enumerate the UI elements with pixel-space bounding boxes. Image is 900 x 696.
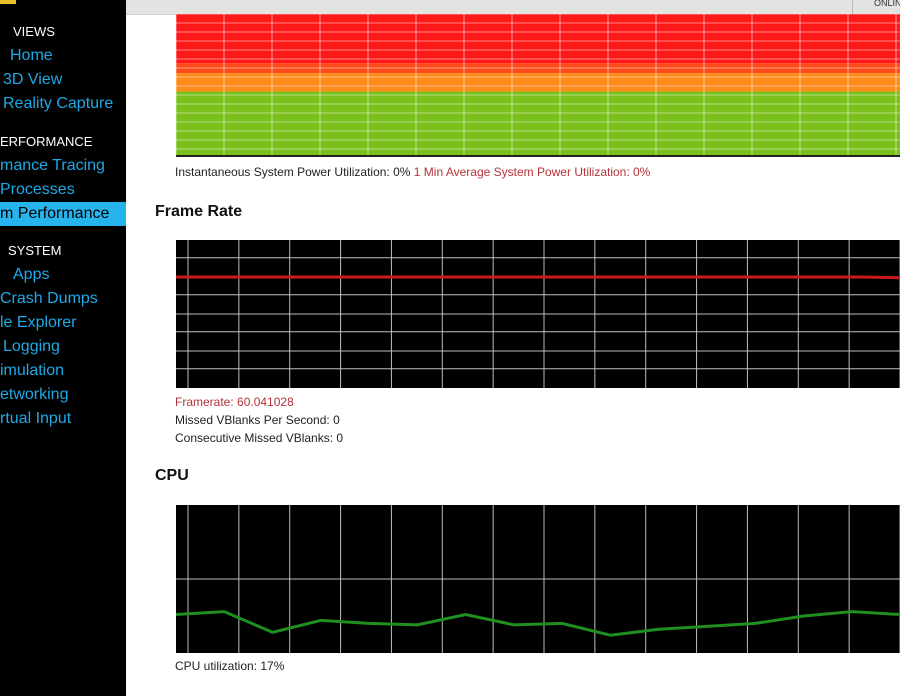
performance-heading: ERFORMANCE: [0, 134, 93, 149]
missed-vblanks-per-second: Missed VBlanks Per Second: 0: [175, 413, 340, 427]
framerate-value: Framerate: 60.041028: [175, 395, 294, 409]
average-power-utilization: 1 Min Average System Power Utilization: …: [413, 165, 651, 179]
power-band-0: [176, 14, 900, 64]
instantaneous-power-utilization: Instantaneous System Power Utilization: …: [175, 165, 411, 179]
cpu-title: CPU: [155, 467, 189, 484]
nav-item-simulation[interactable]: imulation: [0, 359, 64, 383]
cpu-utilization: CPU utilization: 17%: [175, 659, 285, 673]
nav-item-home[interactable]: Home: [10, 44, 53, 68]
cpu-series-line: [176, 610, 900, 637]
views-heading: VIEWS: [13, 24, 55, 39]
app-logo-icon: [0, 0, 16, 4]
online-status: ONLIN: [874, 0, 900, 8]
frame-rate-svg: [176, 240, 900, 388]
top-bar-divider: [852, 0, 853, 14]
nav-item-crash-dumps[interactable]: Crash Dumps: [0, 287, 98, 311]
cpu-graph: [176, 505, 900, 653]
nav-item-file-explorer[interactable]: le Explorer: [0, 311, 76, 335]
nav-item-3d-view[interactable]: 3D View: [3, 68, 62, 92]
power-stats-line: Instantaneous System Power Utilization: …: [175, 165, 650, 179]
nav-item-reality-capture[interactable]: Reality Capture: [3, 92, 113, 116]
fps-series-line: [176, 275, 900, 280]
nav-item-processes[interactable]: Processes: [0, 178, 75, 202]
consecutive-missed-vblanks: Consecutive Missed VBlanks: 0: [175, 431, 344, 445]
cpu-svg: [176, 505, 900, 653]
power-utilization-graph: [176, 14, 900, 155]
power-utilization-svg: [176, 14, 900, 155]
sidebar-nav: VIEWS Home 3D View Reality Capture ERFOR…: [0, 0, 126, 696]
nav-item-logging[interactable]: Logging: [3, 335, 60, 359]
power-band-2: [176, 73, 900, 92]
frame-rate-title: Frame Rate: [155, 203, 243, 220]
nav-item-apps[interactable]: Apps: [13, 263, 49, 287]
nav-item-system-performance-label: m Performance: [0, 205, 110, 222]
nav-item-networking[interactable]: etworking: [0, 383, 68, 407]
system-heading: SYSTEM: [8, 243, 62, 258]
power-graph-axis: [176, 155, 900, 157]
power-band-3: [176, 91, 900, 155]
nav-item-virtual-input[interactable]: rtual Input: [0, 407, 71, 431]
top-bar: ONLIN: [126, 0, 900, 15]
nav-item-performance-tracing[interactable]: mance Tracing: [0, 154, 105, 178]
frame-rate-graph: [176, 240, 900, 388]
nav-item-system-performance[interactable]: m Performance: [0, 202, 126, 226]
